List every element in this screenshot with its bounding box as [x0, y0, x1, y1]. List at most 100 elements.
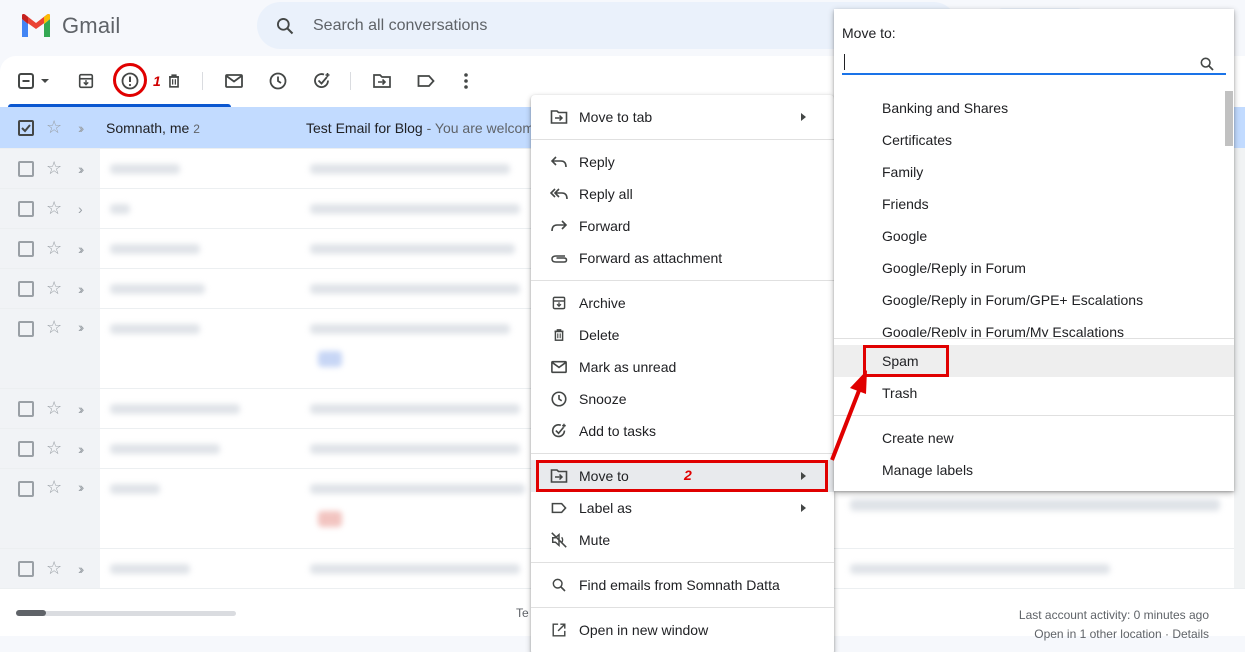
folder-item[interactable]: Google/Reply in Forum/GPE+ Escalations — [882, 292, 1143, 308]
folder-item[interactable]: Family — [882, 164, 923, 180]
row-checkbox[interactable] — [18, 200, 34, 217]
importance-marker-icon[interactable]: ›› — [78, 161, 85, 177]
row-checkbox[interactable] — [18, 481, 34, 497]
folder-item[interactable]: Friends — [882, 196, 929, 212]
importance-marker-icon[interactable]: ›› — [78, 479, 85, 495]
importance-marker-icon[interactable]: ›› — [78, 319, 85, 335]
folder-list: Banking and Shares Certificates Family F… — [834, 91, 1224, 337]
menu-item-forward-as-attachment[interactable]: Forward as attachment — [531, 242, 834, 274]
row-checkbox[interactable] — [18, 440, 34, 457]
folder-item[interactable]: Google/Reply in Forum — [882, 260, 1026, 276]
star-icon[interactable]: ☆ — [46, 438, 62, 459]
importance-marker-icon[interactable]: ›› — [78, 401, 85, 417]
mark-unread-button[interactable] — [221, 68, 247, 94]
other-location-text[interactable]: Open in 1 other location · Details — [1019, 625, 1209, 644]
importance-marker-icon[interactable]: › — [78, 201, 82, 217]
row-checkbox[interactable] — [18, 160, 34, 177]
star-icon[interactable]: ☆ — [46, 477, 62, 498]
gmail-logo[interactable]: Gmail — [20, 13, 120, 39]
folder-search-input[interactable] — [842, 48, 1226, 75]
star-icon[interactable]: ☆ — [46, 317, 62, 338]
add-task-icon — [549, 421, 569, 441]
menu-item-move-to-tab[interactable]: Move to tab — [531, 101, 834, 133]
folder-item[interactable]: Banking and Shares — [882, 100, 1008, 116]
menu-item-label-as[interactable]: Label as — [531, 492, 834, 524]
blurred-snippet — [850, 563, 1110, 574]
more-options-button[interactable] — [453, 68, 479, 94]
label-icon — [417, 75, 435, 87]
archive-button[interactable] — [73, 68, 99, 94]
label-icon — [549, 498, 569, 518]
star-icon[interactable]: ☆ — [46, 198, 62, 219]
blurred-sender — [110, 563, 190, 574]
row-checkbox[interactable] — [18, 400, 34, 417]
importance-marker-icon[interactable]: ›› — [78, 561, 85, 577]
storage-bar-fill — [16, 610, 46, 616]
search-icon[interactable] — [275, 16, 295, 36]
manage-labels[interactable]: Manage labels — [882, 462, 973, 478]
row-checkbox[interactable] — [18, 560, 34, 577]
star-icon[interactable]: ☆ — [46, 158, 62, 179]
menu-item-open-new-window[interactable]: Open in new window — [531, 614, 834, 646]
menu-item-label: Label as — [579, 500, 632, 516]
move-to-button[interactable] — [369, 68, 395, 94]
importance-marker-icon[interactable]: ›› — [78, 120, 85, 136]
blurred-sender — [110, 163, 180, 174]
folder-item[interactable]: Google/Reply in Forum/My Escalations — [882, 324, 1124, 337]
label-button[interactable] — [413, 68, 439, 94]
blurred-subject — [310, 163, 510, 174]
star-icon[interactable]: ☆ — [46, 558, 62, 579]
blurred-sender — [110, 403, 240, 414]
menu-item-label: Forward as attachment — [579, 250, 723, 266]
add-to-tasks-button[interactable] — [309, 68, 335, 94]
select-all-checkbox[interactable] — [16, 68, 52, 94]
blurred-snippet — [850, 499, 1220, 511]
row-checkbox[interactable] — [18, 119, 34, 136]
blurred-subject — [310, 243, 515, 254]
toolbar-divider — [350, 72, 351, 90]
menu-item-forward[interactable]: Forward — [531, 210, 834, 242]
delete-button[interactable] — [161, 68, 187, 94]
menu-item-delete[interactable]: Delete — [531, 319, 834, 351]
star-icon[interactable]: ☆ — [46, 117, 62, 138]
reply-icon — [549, 152, 569, 172]
blurred-subject — [310, 203, 520, 214]
row-checkbox[interactable] — [18, 240, 34, 257]
footer-terms[interactable]: Te — [516, 606, 529, 620]
menu-item-archive[interactable]: Archive — [531, 287, 834, 319]
menu-item-label: Mark as unread — [579, 359, 677, 375]
menu-item-add-to-tasks[interactable]: Add to tasks — [531, 415, 834, 447]
menu-item-label: Add to tasks — [579, 423, 657, 439]
snippet-text: - You are welcom — [422, 119, 535, 136]
menu-item-find-emails[interactable]: Find emails from Somnath Datta — [531, 569, 834, 601]
folder-item[interactable]: Google — [882, 228, 927, 244]
folder-list-scroll-thumb[interactable] — [1225, 91, 1233, 146]
more-vert-icon — [464, 73, 468, 89]
star-icon[interactable]: ☆ — [46, 238, 62, 259]
gmail-m-icon — [22, 14, 50, 37]
blurred-subject — [310, 324, 510, 334]
menu-item-label: Snooze — [579, 391, 627, 407]
create-new-label[interactable]: Create new — [882, 430, 954, 446]
menu-item-snooze[interactable]: Snooze — [531, 383, 834, 415]
star-icon[interactable]: ☆ — [46, 398, 62, 419]
importance-marker-icon[interactable]: ›› — [78, 281, 85, 297]
snooze-button[interactable] — [265, 68, 291, 94]
importance-marker-icon[interactable]: ›› — [78, 441, 85, 457]
menu-item-label: Archive — [579, 295, 626, 311]
importance-marker-icon[interactable]: ›› — [78, 241, 85, 257]
menu-item-mute[interactable]: Mute — [531, 524, 834, 556]
blurred-attachment — [318, 511, 342, 527]
menu-divider — [531, 562, 834, 563]
row-checkbox[interactable] — [18, 321, 34, 337]
list-scrollbar[interactable] — [1234, 148, 1245, 588]
row-checkbox[interactable] — [18, 280, 34, 297]
menu-item-reply[interactable]: Reply — [531, 146, 834, 178]
search-input[interactable]: Search all conversations — [313, 17, 487, 35]
search-icon[interactable] — [1199, 56, 1215, 72]
menu-item-reply-all[interactable]: Reply all — [531, 178, 834, 210]
menu-item-mark-as-unread[interactable]: Mark as unread — [531, 351, 834, 383]
folder-item[interactable]: Certificates — [882, 132, 952, 148]
folder-item-trash[interactable]: Trash — [882, 385, 917, 401]
star-icon[interactable]: ☆ — [46, 278, 62, 299]
